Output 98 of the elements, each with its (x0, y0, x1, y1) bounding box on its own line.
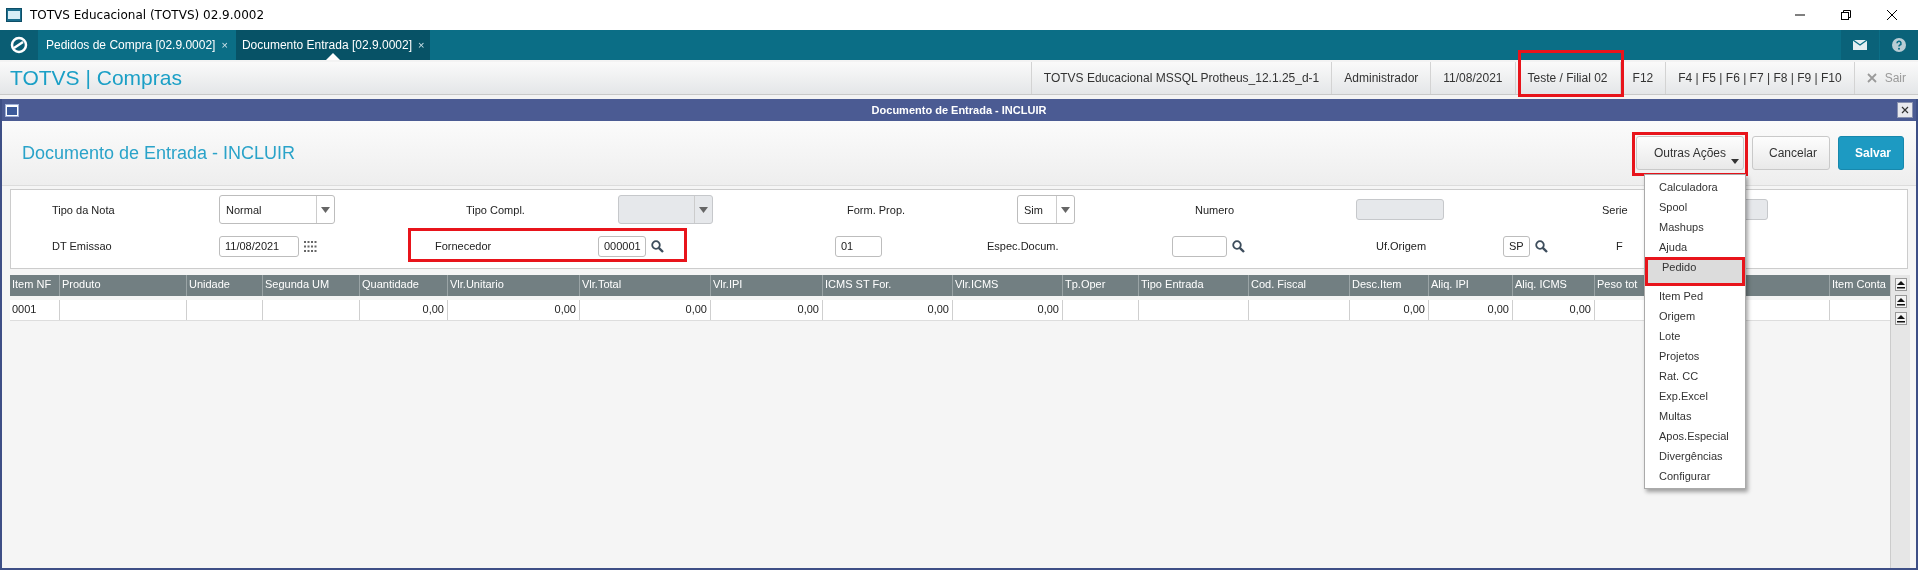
table-cell: 0001 (12, 303, 37, 315)
column-header[interactable]: Aliq. IPI (1429, 275, 1513, 296)
dialog-title: Documento de Entrada - INCLUIR (871, 104, 1047, 116)
column-header[interactable]: Quantidade (360, 275, 448, 296)
dropdown-button[interactable]: Outras Ações (1636, 136, 1744, 170)
column-header[interactable]: Unidade (187, 275, 263, 296)
table-cell: 0,00 (1037, 303, 1059, 315)
column-header[interactable]: Vlr.ICMS (953, 275, 1063, 296)
close-button[interactable] (1897, 102, 1913, 118)
search-icon[interactable] (1535, 239, 1548, 253)
input-field[interactable]: 000001 (598, 235, 646, 257)
page-heading: Documento de Entrada - INCLUIR (21, 142, 296, 164)
field-label: Tipo Compl. (466, 203, 525, 216)
scroll-up-icon[interactable] (1894, 295, 1907, 308)
mail-icon (1853, 40, 1867, 50)
close-icon (1866, 73, 1877, 83)
status-item: Administrador (1344, 71, 1419, 85)
status-item: TOTVS Educacional MSSQL Protheus_12.1.25_d-1 (1043, 71, 1320, 85)
table-cell: 0,00 (554, 303, 576, 315)
scroll-up-icon[interactable] (1894, 278, 1907, 291)
field-label: Numero (1195, 203, 1235, 216)
caret-icon (1731, 159, 1739, 164)
menu-item[interactable]: Configurar (1645, 466, 1745, 486)
tab[interactable]: Pedidos de Compra [02.9.0002] × (40, 30, 234, 60)
column-header[interactable]: Vlr.IPI (711, 275, 823, 296)
close-icon (1901, 106, 1909, 114)
window-icon (5, 103, 19, 117)
menu-item[interactable]: Ajuda (1645, 237, 1745, 257)
menu-item[interactable]: Multas (1645, 406, 1745, 426)
help-icon (1892, 38, 1906, 52)
status-item: F12 (1632, 71, 1654, 85)
menu-item[interactable]: Pedido (1645, 257, 1745, 286)
caret-icon (699, 206, 708, 213)
status-item: 11/08/2021 (1443, 71, 1503, 85)
input-field[interactable]: 01 (835, 235, 882, 257)
column-header[interactable]: Produto (60, 275, 187, 296)
home-button[interactable] (0, 30, 38, 60)
menu-item[interactable]: Divergências (1645, 446, 1745, 466)
table-cell: 0,00 (685, 303, 707, 315)
field-label: F (1616, 240, 1623, 253)
field-label: Fornecedor (435, 240, 492, 253)
tab[interactable]: Documento Entrada [02.9.0002] × (235, 30, 431, 60)
module-title: TOTVS | Compras (9, 66, 182, 90)
app-icon (6, 8, 22, 22)
restore-icon[interactable] (1840, 9, 1852, 21)
field-label: Espec.Docum. (987, 240, 1059, 253)
menu-item[interactable]: Lote (1645, 326, 1745, 346)
column-header[interactable]: Segunda UM (263, 275, 360, 296)
field-label: Form. Prop. (847, 203, 906, 216)
input-field[interactable]: 11/08/2021 (219, 235, 299, 257)
column-header[interactable]: ICMS ST For. (823, 275, 953, 296)
field-label: Serie (1602, 203, 1628, 216)
input-field[interactable]: SP (1503, 235, 1530, 257)
close-icon[interactable] (1886, 9, 1898, 21)
help-button[interactable] (1880, 30, 1918, 60)
column-header[interactable]: Tipo Entrada (1139, 275, 1249, 296)
caret-icon (321, 206, 330, 213)
close-tab-icon[interactable]: × (221, 39, 228, 51)
table-cell: 0,00 (927, 303, 949, 315)
table-cell: 0,00 (797, 303, 819, 315)
status-item: F4 | F5 | F6 | F7 | F8 | F9 | F10 (1678, 71, 1842, 85)
column-header[interactable]: Cod. Fiscal (1249, 275, 1350, 296)
column-header[interactable]: Desc.Item (1350, 275, 1429, 296)
menu-item[interactable]: Origem (1645, 306, 1745, 326)
table-cell: 0,00 (1569, 303, 1591, 315)
scrollbar[interactable] (1890, 275, 1910, 568)
menu-item[interactable]: Rat. CC (1645, 366, 1745, 386)
column-header[interactable]: Vlr.Unitario (448, 275, 580, 296)
calendar-icon[interactable] (304, 240, 317, 252)
field-label: DT Emissao (52, 240, 112, 253)
column-header[interactable]: Aliq. ICMS (1513, 275, 1595, 296)
status-item: Teste / Filial 02 (1527, 71, 1608, 85)
search-icon[interactable] (651, 239, 664, 253)
menu-item[interactable]: Spool (1645, 197, 1745, 217)
menu-item[interactable]: Calculadora (1645, 177, 1745, 197)
scroll-up-icon[interactable] (1894, 312, 1907, 325)
close-tab-icon[interactable]: × (418, 39, 425, 51)
table-cell: 0,00 (422, 303, 444, 315)
menu-item[interactable]: Mashups (1645, 217, 1745, 237)
input-field[interactable] (1172, 235, 1227, 257)
logo-icon (10, 36, 28, 54)
column-header[interactable]: Tp.Oper (1063, 275, 1139, 296)
mail-button[interactable] (1841, 30, 1879, 60)
search-icon[interactable] (1232, 239, 1245, 253)
window-title: TOTVS Educacional (TOTVS) 02.9.0002 (30, 8, 265, 22)
menu-item[interactable]: Exp.Excel (1645, 386, 1745, 406)
dropdown[interactable]: Normal (219, 195, 335, 224)
action-button[interactable]: Cancelar (1752, 136, 1830, 170)
menu-item[interactable]: Apos.Especial (1645, 426, 1745, 446)
dropdown[interactable]: Sim (1017, 195, 1075, 224)
caret-icon (1061, 206, 1070, 213)
field-label: Tipo da Nota (52, 203, 115, 216)
column-header[interactable]: Vlr.Total (580, 275, 711, 296)
menu-item[interactable]: Projetos (1645, 346, 1745, 366)
column-header[interactable]: Item NF (10, 275, 60, 296)
table-cell: 0,00 (1403, 303, 1425, 315)
field-label: Uf.Origem (1376, 240, 1427, 253)
table-cell: 0,00 (1487, 303, 1509, 315)
